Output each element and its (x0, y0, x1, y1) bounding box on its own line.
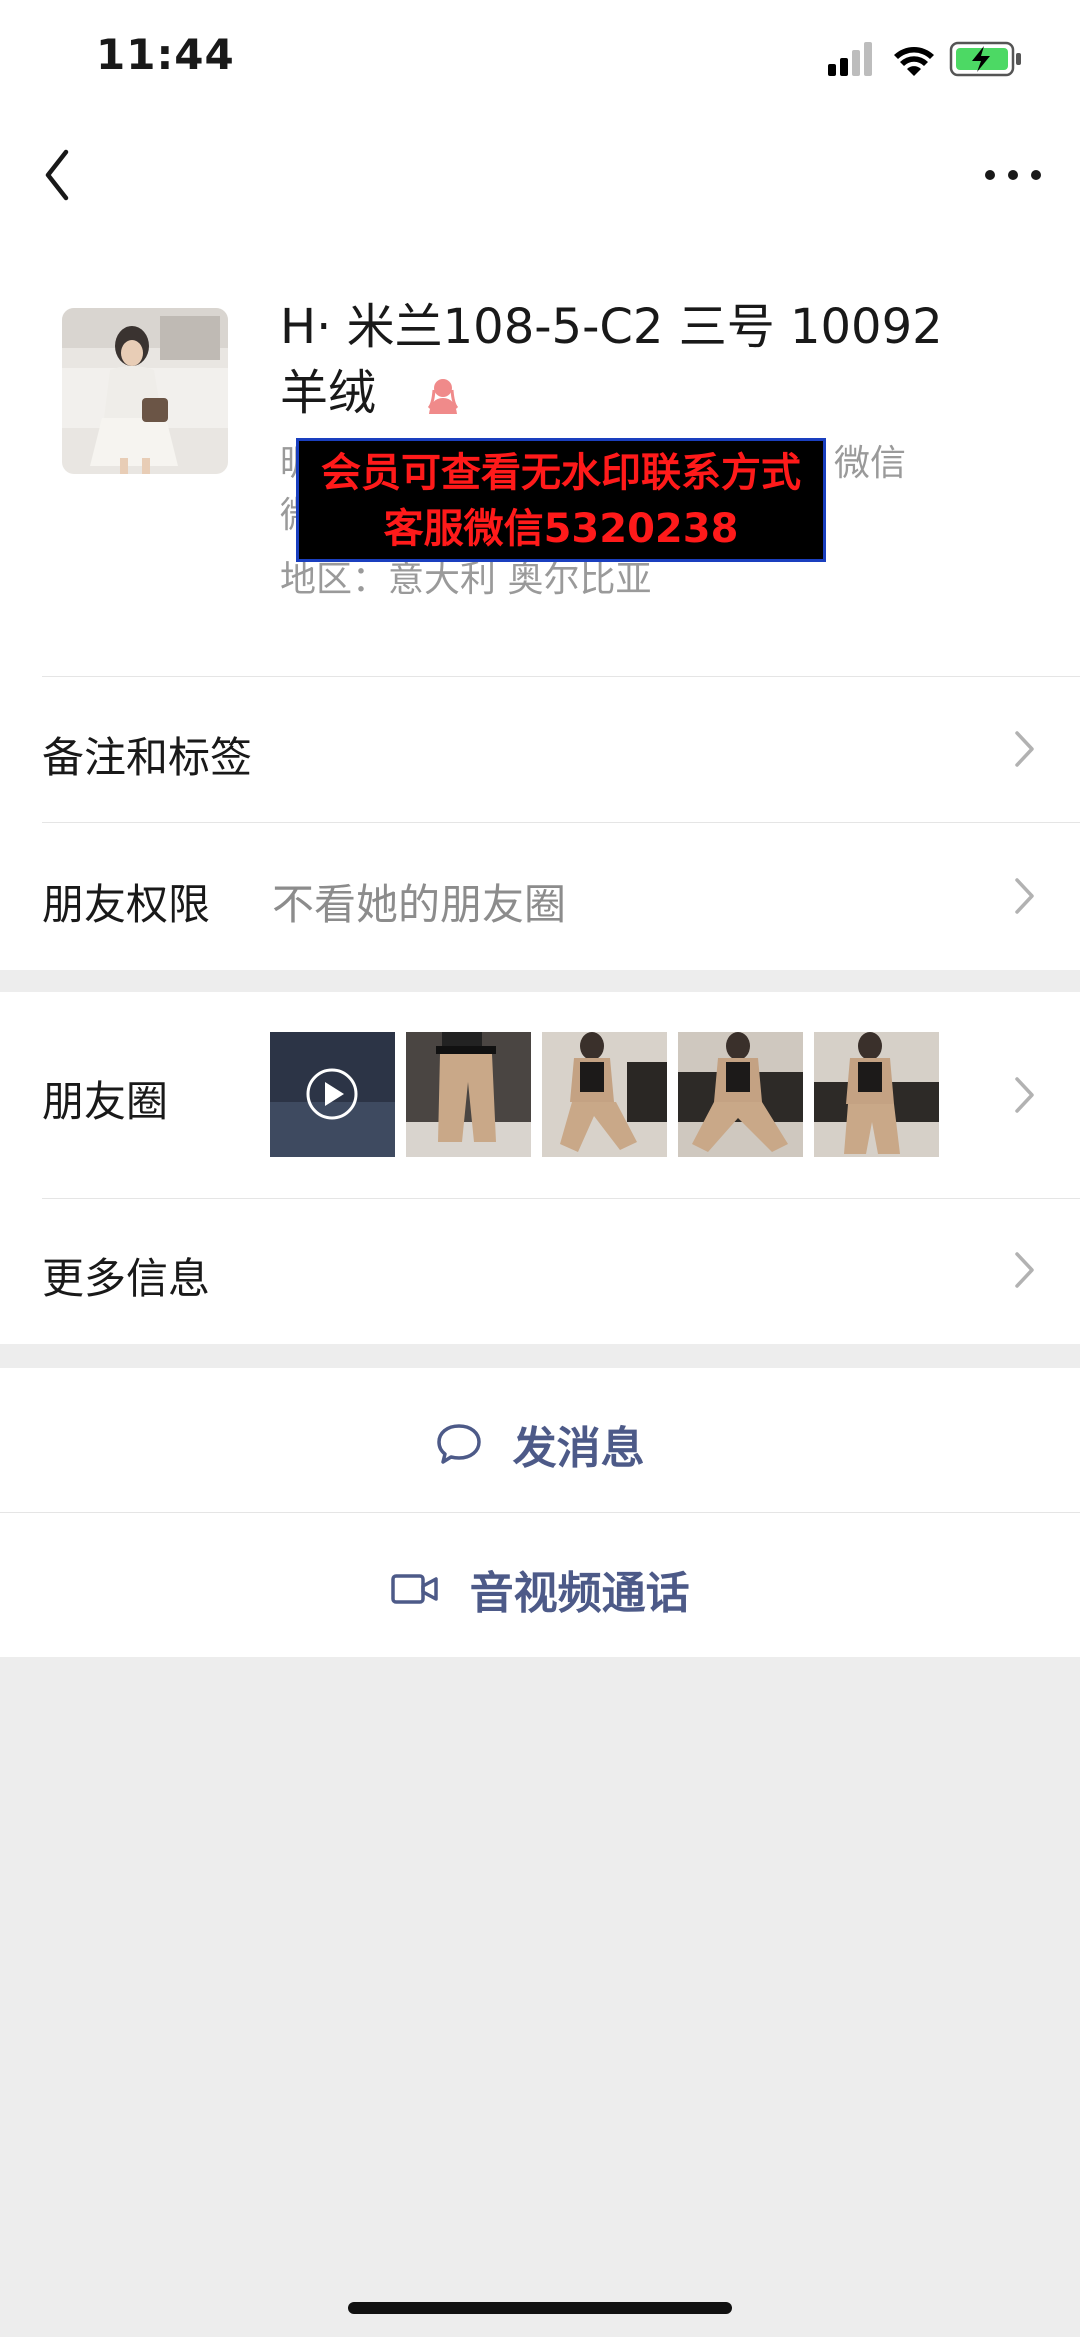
chevron-right-icon (1015, 1077, 1034, 1113)
video-call-label: 音视频通话 (469, 1568, 690, 1619)
status-time: 11:44 (96, 30, 235, 79)
send-message-label: 发消息 (512, 1423, 645, 1474)
female-icon (428, 379, 459, 414)
more-icon[interactable] (978, 150, 1048, 200)
remarks-row[interactable]: 备注和标签 (0, 676, 1080, 822)
contact-name-line1: H· 米兰108-5-C2 三号 10092 (280, 299, 943, 355)
status-icons (828, 41, 1021, 77)
contact-name: H· 米兰108-5-C2 三号 10092 羊绒 (280, 294, 1000, 426)
nickname-suffix: 微信 (834, 443, 907, 484)
remarks-label: 备注和标签 (42, 733, 253, 782)
profile-card: H· 米兰108-5-C2 三号 10092 羊绒 昵 微信 微 地区：意大利 … (0, 230, 1080, 676)
permission-value: 不看她的朋友圈 (272, 880, 567, 929)
video-call-button[interactable]: 音视频通话 (0, 1513, 1080, 1657)
permission-row[interactable]: 朋友权限 不看她的朋友圈 (0, 823, 1080, 969)
watermark-line1: 会员可查看无水印联系方式 (321, 450, 801, 496)
contact-name-line2: 羊绒 (280, 365, 377, 421)
chevron-right-icon (1015, 1252, 1034, 1288)
watermark-line2: 客服微信5320238 (383, 506, 739, 552)
chat-bubble-icon (437, 1424, 482, 1464)
home-indicator[interactable] (348, 2302, 732, 2314)
moments-label: 朋友圈 (42, 1077, 169, 1126)
more-info-label: 更多信息 (42, 1254, 211, 1303)
back-icon[interactable] (36, 140, 96, 210)
status-bar: 11:44 (0, 0, 1080, 120)
chevron-right-icon (1015, 878, 1034, 914)
settings-group: 备注和标签 朋友权限 不看她的朋友圈 (0, 676, 1080, 970)
battery-icon (949, 41, 1021, 77)
moments-group: 朋友圈 更多信息 (0, 992, 1080, 1344)
video-camera-icon (391, 1574, 439, 1604)
moments-thumb (406, 1032, 531, 1157)
send-message-button[interactable]: 发消息 (0, 1368, 1080, 1512)
nav-bar (0, 120, 1080, 230)
more-info-row[interactable]: 更多信息 (0, 1199, 1080, 1344)
permission-label: 朋友权限 (42, 880, 211, 929)
moments-thumb (814, 1032, 939, 1157)
chevron-right-icon (1015, 731, 1034, 767)
wifi-icon (894, 47, 934, 76)
moments-thumb (542, 1032, 667, 1157)
avatar[interactable] (62, 308, 228, 474)
moments-thumb-video (270, 1032, 395, 1157)
signal-icon (828, 42, 872, 76)
watermark-overlay: 会员可查看无水印联系方式 客服微信5320238 (296, 438, 826, 562)
moments-row[interactable]: 朋友圈 (0, 992, 1080, 1198)
moments-thumb (678, 1032, 803, 1157)
